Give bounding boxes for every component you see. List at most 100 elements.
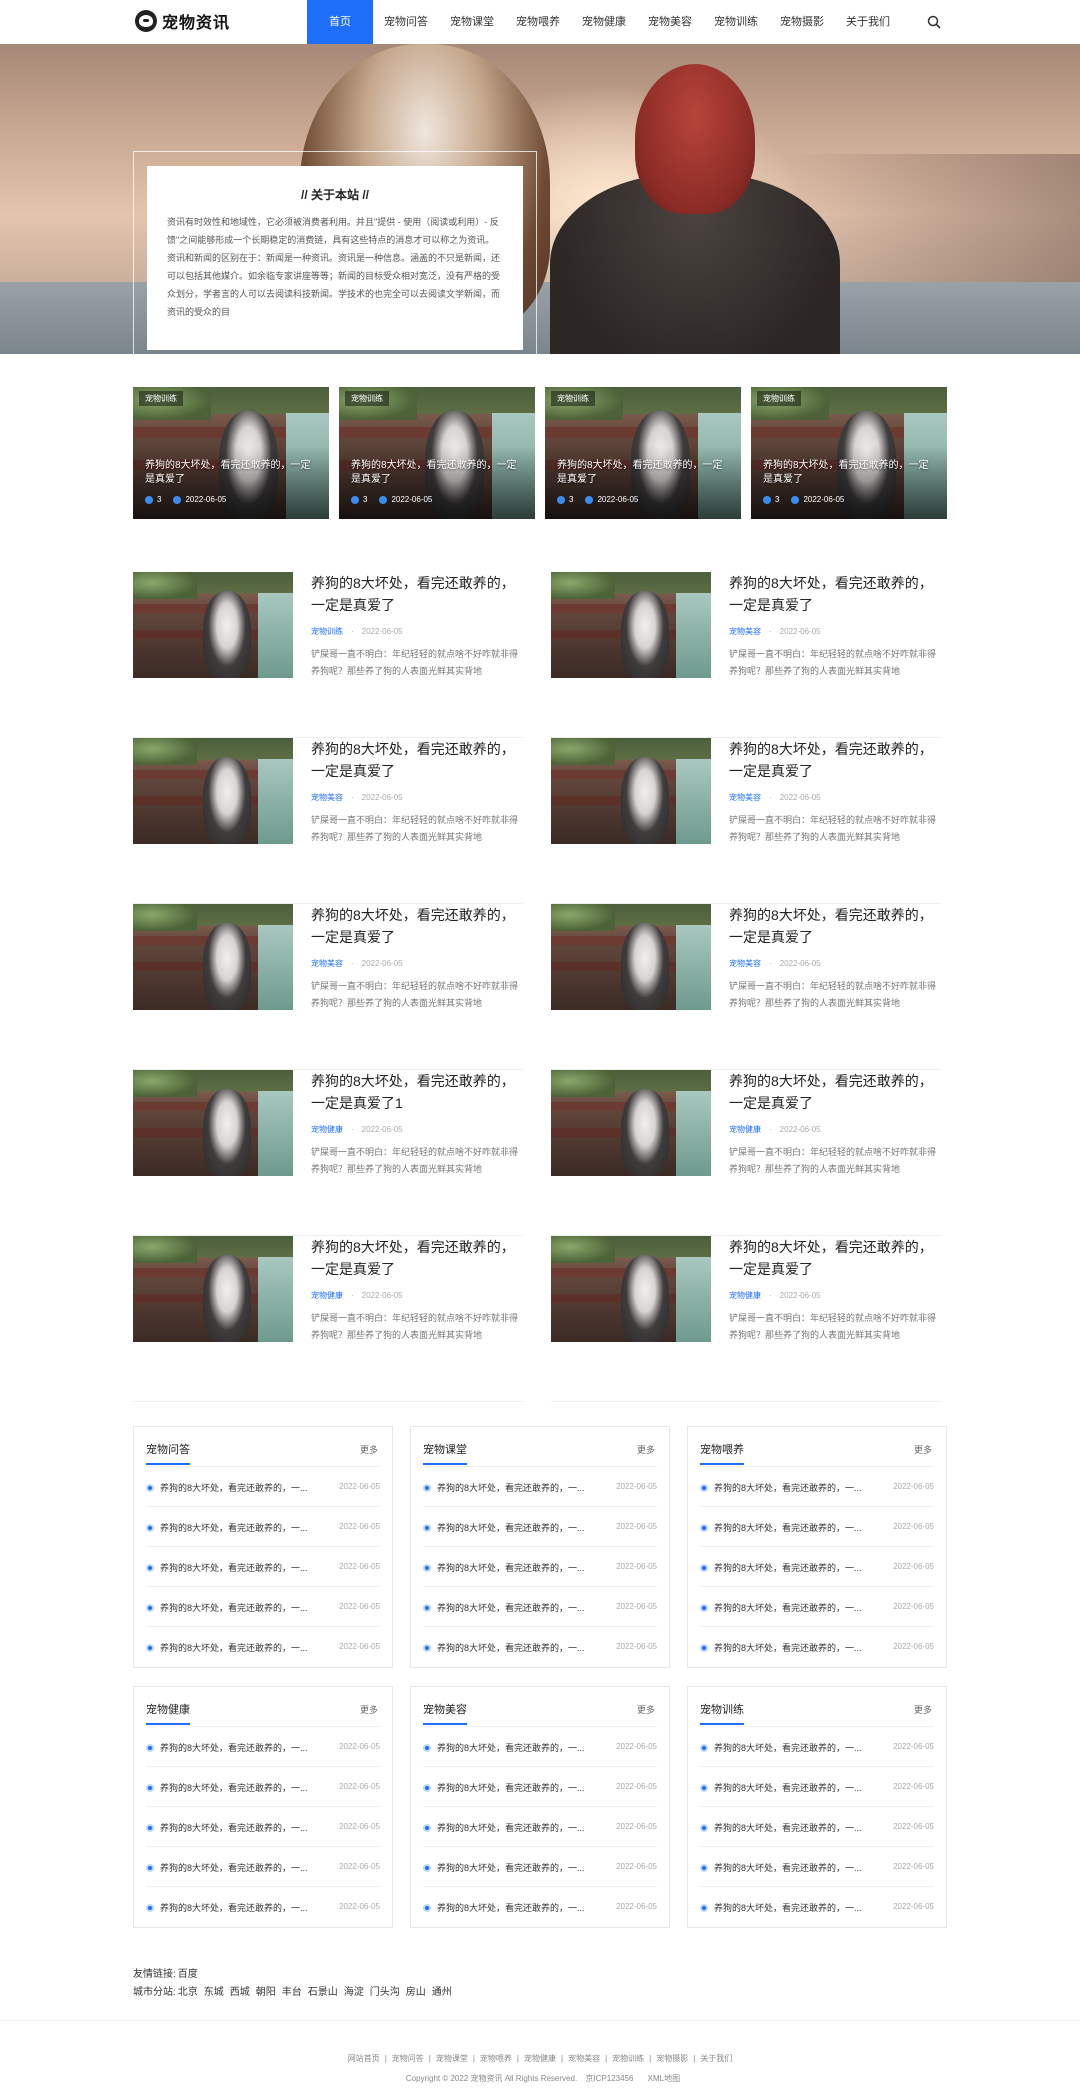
nav-item-about[interactable]: 关于我们 <box>835 0 901 44</box>
list-item-title[interactable]: 养狗的8大坏处，看完还敢养的，一... <box>160 1781 330 1794</box>
article-category[interactable]: 宠物美容 <box>311 793 343 802</box>
xml-sitemap-link[interactable]: XML地图 <box>648 2074 680 2083</box>
article-category[interactable]: 宠物健康 <box>311 1291 343 1300</box>
article-thumbnail[interactable] <box>551 1236 711 1342</box>
article-thumbnail[interactable] <box>551 572 711 678</box>
list-item-title[interactable]: 养狗的8大坏处，看完还敢养的，一... <box>437 1641 607 1654</box>
article-category[interactable]: 宠物美容 <box>729 793 761 802</box>
panel-title[interactable]: 宠物课堂 <box>423 1441 467 1465</box>
list-item[interactable]: 养狗的8大坏处，看完还敢养的，一... 2022-06-05 <box>423 1627 657 1667</box>
city-link[interactable]: 房山 <box>406 1987 426 1998</box>
list-item-title[interactable]: 养狗的8大坏处，看完还敢养的，一... <box>437 1901 607 1914</box>
list-item[interactable]: 养狗的8大坏处，看完还敢养的，一... 2022-06-05 <box>700 1727 934 1767</box>
article-title[interactable]: 养狗的8大坏处，看完还敢养的，一定是真爱了 <box>311 904 523 948</box>
city-link[interactable]: 丰台 <box>282 1987 302 1998</box>
city-link[interactable]: 东城 <box>204 1987 224 1998</box>
footer-nav-link[interactable]: 宠物美容 <box>568 2054 600 2063</box>
article-title[interactable]: 养狗的8大坏处，看完还敢养的，一定是真爱了 <box>729 1070 941 1114</box>
footer-nav-link[interactable]: 关于我们 <box>700 2054 732 2063</box>
article-thumbnail[interactable] <box>133 572 293 678</box>
article-item[interactable]: 养狗的8大坏处，看完还敢养的，一定是真爱了 宠物健康 · 2022-06-05 铲屎哥一… <box>133 1236 523 1402</box>
article-thumbnail[interactable] <box>551 738 711 844</box>
city-link[interactable]: 门头沟 <box>370 1987 400 1998</box>
panel-title[interactable]: 宠物健康 <box>146 1701 190 1725</box>
list-item[interactable]: 养狗的8大坏处，看完还敢养的，一... 2022-06-05 <box>423 1587 657 1627</box>
list-item[interactable]: 养狗的8大坏处，看完还敢养的，一... 2022-06-05 <box>146 1467 380 1507</box>
icp-link[interactable]: 京ICP123456 <box>585 2074 633 2083</box>
article-category[interactable]: 宠物训练 <box>311 627 343 636</box>
list-item-title[interactable]: 养狗的8大坏处，看完还敢养的，一... <box>160 1561 330 1574</box>
footer-nav-link[interactable]: 宠物喂养 <box>480 2054 512 2063</box>
panel-title[interactable]: 宠物问答 <box>146 1441 190 1465</box>
article-category[interactable]: 宠物美容 <box>729 959 761 968</box>
footer-nav-link[interactable]: 宠物健康 <box>524 2054 556 2063</box>
list-item-title[interactable]: 养狗的8大坏处，看完还敢养的，一... <box>160 1741 330 1754</box>
article-item[interactable]: 养狗的8大坏处，看完还敢养的，一定是真爱了 宠物训练 · 2022-06-05 铲屎哥一… <box>133 572 523 738</box>
footer-nav-link[interactable]: 宠物问答 <box>392 2054 424 2063</box>
list-item[interactable]: 养狗的8大坏处，看完还敢养的，一... 2022-06-05 <box>146 1547 380 1587</box>
article-title[interactable]: 养狗的8大坏处，看完还敢养的，一定是真爱了 <box>311 738 523 782</box>
featured-card[interactable]: 宠物训练 养狗的8大坏处，看完还敢养的，一定是真爱了 3 2022-06-05 <box>133 387 329 519</box>
list-item[interactable]: 养狗的8大坏处，看完还敢养的，一... 2022-06-05 <box>146 1847 380 1887</box>
list-item-title[interactable]: 养狗的8大坏处，看完还敢养的，一... <box>714 1641 884 1654</box>
nav-item-home[interactable]: 首页 <box>307 0 373 44</box>
list-item[interactable]: 养狗的8大坏处，看完还敢养的，一... 2022-06-05 <box>423 1547 657 1587</box>
list-item[interactable]: 养狗的8大坏处，看完还敢养的，一... 2022-06-05 <box>423 1807 657 1847</box>
list-item-title[interactable]: 养狗的8大坏处，看完还敢养的，一... <box>714 1901 884 1914</box>
list-item[interactable]: 养狗的8大坏处，看完还敢养的，一... 2022-06-05 <box>146 1587 380 1627</box>
article-title[interactable]: 养狗的8大坏处，看完还敢养的，一定是真爱了1 <box>311 1070 523 1114</box>
more-link[interactable]: 更多 <box>360 1443 378 1456</box>
article-category[interactable]: 宠物健康 <box>729 1125 761 1134</box>
footer-nav-link[interactable]: 宠物课堂 <box>436 2054 468 2063</box>
list-item-title[interactable]: 养狗的8大坏处，看完还敢养的，一... <box>437 1821 607 1834</box>
city-link[interactable]: 西城 <box>230 1987 250 1998</box>
city-link[interactable]: 北京 <box>178 1987 198 1998</box>
list-item-title[interactable]: 养狗的8大坏处，看完还敢养的，一... <box>714 1781 884 1794</box>
article-thumbnail[interactable] <box>133 738 293 844</box>
featured-card[interactable]: 宠物训练 养狗的8大坏处，看完还敢养的，一定是真爱了 3 2022-06-05 <box>339 387 535 519</box>
list-item-title[interactable]: 养狗的8大坏处，看完还敢养的，一... <box>160 1481 330 1494</box>
footer-nav-link[interactable]: 网站首页 <box>348 2054 380 2063</box>
article-item[interactable]: 养狗的8大坏处，看完还敢养的，一定是真爱了 宠物健康 · 2022-06-05 铲屎哥一… <box>551 1236 941 1402</box>
panel-title[interactable]: 宠物美容 <box>423 1701 467 1725</box>
article-title[interactable]: 养狗的8大坏处，看完还敢养的，一定是真爱了 <box>729 572 941 616</box>
more-link[interactable]: 更多 <box>637 1703 655 1716</box>
footer-nav-link[interactable]: 宠物摄影 <box>656 2054 688 2063</box>
list-item-title[interactable]: 养狗的8大坏处，看完还敢养的，一... <box>437 1601 607 1614</box>
city-link[interactable]: 通州 <box>432 1987 452 1998</box>
featured-card[interactable]: 宠物训练 养狗的8大坏处，看完还敢养的，一定是真爱了 3 2022-06-05 <box>751 387 947 519</box>
footer-nav-link[interactable]: 宠物训练 <box>612 2054 644 2063</box>
nav-item-photo[interactable]: 宠物摄影 <box>769 0 835 44</box>
list-item[interactable]: 养狗的8大坏处，看完还敢养的，一... 2022-06-05 <box>423 1727 657 1767</box>
city-link[interactable]: 海淀 <box>344 1987 364 1998</box>
city-link[interactable]: 石景山 <box>308 1987 338 1998</box>
list-item-title[interactable]: 养狗的8大坏处，看完还敢养的，一... <box>714 1601 884 1614</box>
friend-link[interactable]: 百度 <box>178 1969 198 1980</box>
list-item-title[interactable]: 养狗的8大坏处，看完还敢养的，一... <box>714 1481 884 1494</box>
list-item[interactable]: 养狗的8大坏处，看完还敢养的，一... 2022-06-05 <box>700 1587 934 1627</box>
panel-title[interactable]: 宠物喂养 <box>700 1441 744 1465</box>
list-item-title[interactable]: 养狗的8大坏处，看完还敢养的，一... <box>160 1521 330 1534</box>
article-item[interactable]: 养狗的8大坏处，看完还敢养的，一定是真爱了 宠物美容 · 2022-06-05 铲屎哥一… <box>133 904 523 1070</box>
nav-item-training[interactable]: 宠物训练 <box>703 0 769 44</box>
list-item-title[interactable]: 养狗的8大坏处，看完还敢养的，一... <box>437 1561 607 1574</box>
list-item-title[interactable]: 养狗的8大坏处，看完还敢养的，一... <box>714 1561 884 1574</box>
list-item[interactable]: 养狗的8大坏处，看完还敢养的，一... 2022-06-05 <box>700 1507 934 1547</box>
list-item-title[interactable]: 养狗的8大坏处，看完还敢养的，一... <box>437 1861 607 1874</box>
list-item[interactable]: 养狗的8大坏处，看完还敢养的，一... 2022-06-05 <box>146 1507 380 1547</box>
article-title[interactable]: 养狗的8大坏处，看完还敢养的，一定是真爱了 <box>311 1236 523 1280</box>
list-item[interactable]: 养狗的8大坏处，看完还敢养的，一... 2022-06-05 <box>700 1467 934 1507</box>
list-item[interactable]: 养狗的8大坏处，看完还敢养的，一... 2022-06-05 <box>423 1887 657 1927</box>
panel-title[interactable]: 宠物训练 <box>700 1701 744 1725</box>
article-item[interactable]: 养狗的8大坏处，看完还敢养的，一定是真爱了 宠物美容 · 2022-06-05 铲屎哥一… <box>551 904 941 1070</box>
article-title[interactable]: 养狗的8大坏处，看完还敢养的，一定是真爱了 <box>311 572 523 616</box>
nav-item-class[interactable]: 宠物课堂 <box>439 0 505 44</box>
list-item[interactable]: 养狗的8大坏处，看完还敢养的，一... 2022-06-05 <box>700 1887 934 1927</box>
article-item[interactable]: 养狗的8大坏处，看完还敢养的，一定是真爱了 宠物美容 · 2022-06-05 铲屎哥一… <box>133 738 523 904</box>
list-item[interactable]: 养狗的8大坏处，看完还敢养的，一... 2022-06-05 <box>423 1767 657 1807</box>
list-item-title[interactable]: 养狗的8大坏处，看完还敢养的，一... <box>714 1861 884 1874</box>
more-link[interactable]: 更多 <box>637 1443 655 1456</box>
list-item[interactable]: 养狗的8大坏处，看完还敢养的，一... 2022-06-05 <box>423 1507 657 1547</box>
article-thumbnail[interactable] <box>551 1070 711 1176</box>
list-item[interactable]: 养狗的8大坏处，看完还敢养的，一... 2022-06-05 <box>423 1847 657 1887</box>
